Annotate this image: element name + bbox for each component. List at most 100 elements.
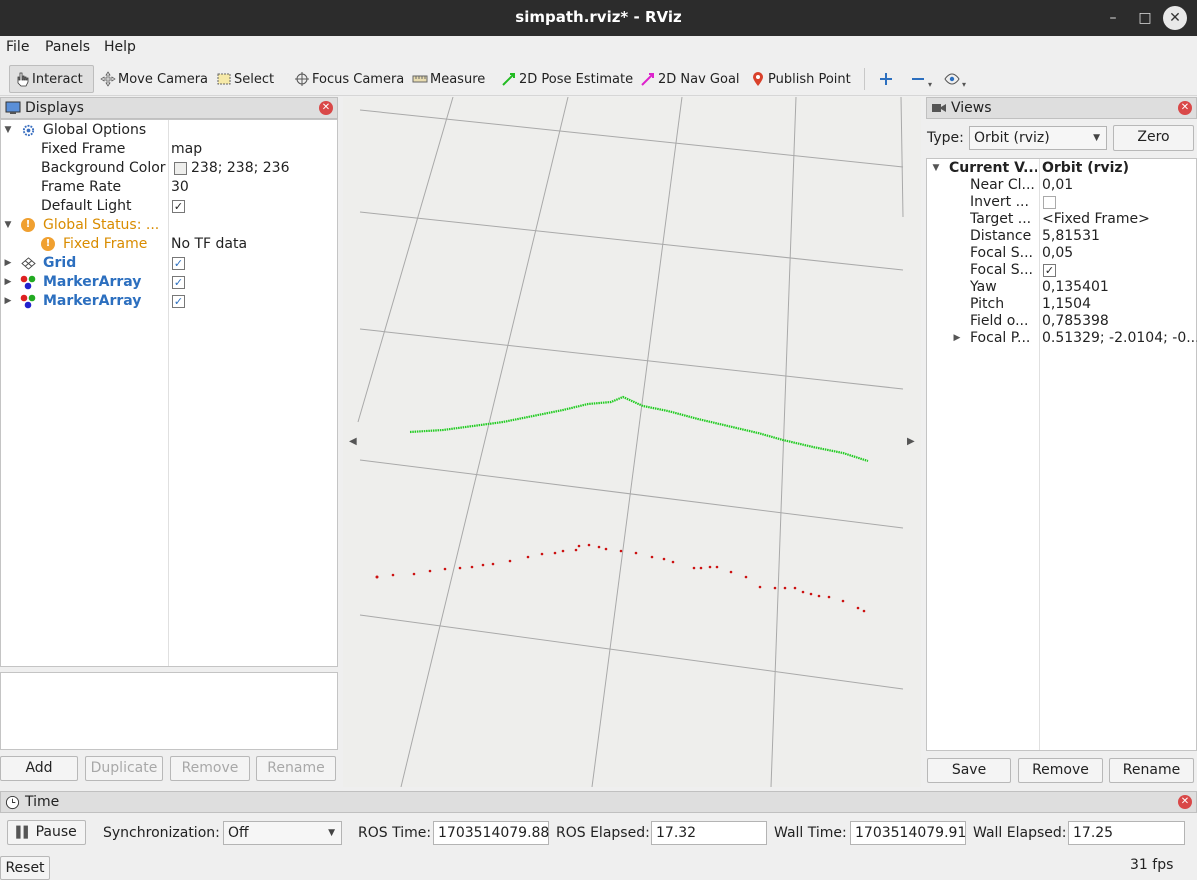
view-row-current[interactable]: ▼ Current V... Orbit (rviz) — [927, 160, 1197, 177]
maximize-button[interactable]: □ — [1133, 6, 1157, 30]
green-arrow-icon — [502, 73, 515, 86]
minimize-button[interactable]: – — [1101, 6, 1125, 30]
view-prop-value[interactable]: 1,1504 — [1042, 296, 1197, 313]
collapse-right-arrow-icon[interactable]: ▶ — [907, 436, 915, 447]
add-display-button[interactable]: Add — [0, 756, 78, 781]
rename-view-button[interactable]: Rename — [1109, 758, 1194, 783]
view-row[interactable]: Target ... <Fixed Frame> — [927, 211, 1197, 228]
marker-array-1-label: MarkerArray — [43, 274, 142, 290]
save-view-button[interactable]: Save — [927, 758, 1011, 783]
menu-help[interactable]: Help — [104, 39, 136, 55]
select-tool[interactable]: Select — [212, 65, 278, 93]
interact-tool[interactable]: Interact — [9, 65, 94, 93]
focus-crosshair-icon — [295, 72, 309, 86]
tree-row-marker-array-1[interactable]: ▶ MarkerArray ✓ — [1, 273, 337, 292]
collapse-arrow-icon[interactable]: ▶ — [3, 292, 13, 311]
duplicate-display-button[interactable]: Duplicate — [85, 756, 163, 781]
view-row[interactable]: Focal S... ✓ — [927, 262, 1197, 279]
ros-elapsed-field[interactable]: 17.32 — [651, 821, 767, 845]
close-window-button[interactable]: ✕ — [1163, 6, 1187, 30]
view-prop-value[interactable]: 0,05 — [1042, 245, 1197, 262]
tree-row-frame-rate[interactable]: Frame Rate 30 — [1, 178, 337, 197]
expand-arrow-icon[interactable]: ▼ — [931, 160, 941, 177]
rename-display-button[interactable]: Rename — [256, 756, 336, 781]
title-bar: simpath.rviz* - RViz – □ ✕ — [0, 0, 1197, 36]
menu-panels[interactable]: Panels — [45, 39, 90, 55]
invert-z-checkbox[interactable] — [1043, 196, 1056, 209]
wall-elapsed-field[interactable]: 17.25 — [1068, 821, 1185, 845]
view-prop-value[interactable]: <Fixed Frame> — [1042, 211, 1197, 228]
close-displays-button[interactable]: ✕ — [319, 101, 333, 115]
view-row[interactable]: Near Cl... 0,01 — [927, 177, 1197, 194]
view-row[interactable]: Invert ... — [927, 194, 1197, 211]
tree-row-global-status[interactable]: ▼ ! Global Status: ... — [1, 216, 337, 235]
view-type-select[interactable]: Orbit (rviz) ▼ — [969, 126, 1107, 150]
synchronization-select[interactable]: Off ▼ — [223, 821, 342, 845]
grid-checkbox[interactable]: ✓ — [172, 257, 185, 270]
view-row[interactable]: ▶ Focal P... 0.51329; -2.0104; -0.... — [927, 330, 1197, 347]
measure-tool[interactable]: Measure — [408, 65, 489, 93]
red-point — [553, 551, 557, 555]
expand-arrow-icon[interactable]: ▼ — [3, 216, 13, 235]
views-header: Views ✕ — [926, 97, 1197, 119]
tree-row-fixed-frame[interactable]: Fixed Frame map — [1, 140, 337, 159]
marker-array-2-checkbox[interactable]: ✓ — [172, 295, 185, 308]
view-prop-value[interactable]: 0,785398 — [1042, 313, 1197, 330]
remove-display-button[interactable]: Remove — [170, 756, 250, 781]
tree-row-marker-array-2[interactable]: ▶ MarkerArray ✓ — [1, 292, 337, 311]
time-header: Time ✕ — [0, 791, 1197, 813]
scene-canvas[interactable]: ◀ ▶ — [343, 96, 921, 788]
remove-view-button[interactable]: Remove — [1018, 758, 1103, 783]
view-row[interactable]: Focal S... 0,05 — [927, 245, 1197, 262]
background-color-value[interactable]: 238; 238; 236 — [191, 159, 290, 178]
toggle-panels-button[interactable]: ▾ — [940, 65, 970, 93]
collapse-left-arrow-icon[interactable]: ◀ — [349, 436, 357, 447]
collapse-arrow-icon[interactable]: ▶ — [3, 254, 13, 273]
time-title: Time — [25, 794, 60, 810]
collapse-arrow-icon[interactable]: ▶ — [3, 273, 13, 292]
tree-row-global-options[interactable]: ▼ Global Options — [1, 121, 337, 140]
collapse-arrow-icon[interactable]: ▶ — [952, 330, 962, 347]
remove-tool-button[interactable]: ▾ — [906, 65, 936, 93]
add-tool-button[interactable] — [874, 65, 900, 93]
menu-file[interactable]: File — [6, 39, 29, 55]
view-row[interactable]: Field o... 0,785398 — [927, 313, 1197, 330]
zero-view-button[interactable]: Zero — [1113, 125, 1194, 151]
pose-estimate-tool[interactable]: 2D Pose Estimate — [497, 65, 637, 93]
frame-rate-value[interactable]: 30 — [171, 178, 189, 197]
focal-shape-checkbox[interactable]: ✓ — [1043, 264, 1056, 277]
view-prop-value[interactable]: 0,01 — [1042, 177, 1197, 194]
focus-camera-label: Focus Camera — [312, 71, 405, 87]
wall-time-field[interactable]: 1703514079.91 — [850, 821, 966, 845]
pause-button[interactable]: ▌▌ Pause — [7, 820, 86, 845]
publish-point-tool[interactable]: Publish Point — [746, 65, 855, 93]
tree-row-status-fixed-frame[interactable]: ! Fixed Frame No TF data — [1, 235, 337, 254]
marker-array-1-checkbox[interactable]: ✓ — [172, 276, 185, 289]
view-row[interactable]: Distance 5,81531 — [927, 228, 1197, 245]
current-view-label: Current V... — [949, 160, 1037, 176]
view-prop-value[interactable]: 0.51329; -2.0104; -0.... — [1042, 330, 1197, 347]
color-swatch[interactable] — [174, 162, 187, 175]
nav-goal-tool[interactable]: 2D Nav Goal — [636, 65, 744, 93]
reset-button[interactable]: Reset — [0, 856, 50, 880]
close-time-button[interactable]: ✕ — [1178, 795, 1192, 809]
tree-row-default-light[interactable]: Default Light ✓ — [1, 197, 337, 216]
render-viewport[interactable]: ◀ ▶ — [343, 96, 921, 788]
view-prop-value[interactable]: 5,81531 — [1042, 228, 1197, 245]
wall-elapsed-label: Wall Elapsed: — [973, 825, 1067, 841]
view-row[interactable]: Yaw 0,135401 — [927, 279, 1197, 296]
tree-row-grid[interactable]: ▶ Grid ✓ — [1, 254, 337, 273]
focus-camera-tool[interactable]: Focus Camera — [290, 65, 408, 93]
view-prop-label: Field o... — [970, 313, 1029, 329]
default-light-checkbox[interactable]: ✓ — [172, 200, 185, 213]
red-point — [587, 543, 591, 547]
ros-time-field[interactable]: 1703514079.88 — [433, 821, 549, 845]
view-prop-value[interactable]: 0,135401 — [1042, 279, 1197, 296]
view-row[interactable]: Pitch 1,1504 — [927, 296, 1197, 313]
fixed-frame-value[interactable]: map — [171, 140, 202, 159]
tree-row-background-color[interactable]: Background Color 238; 238; 236 — [1, 159, 337, 178]
move-camera-tool[interactable]: Move Camera — [96, 65, 212, 93]
expand-arrow-icon[interactable]: ▼ — [3, 121, 13, 140]
fps-counter: 31 fps — [1130, 857, 1174, 873]
close-views-button[interactable]: ✕ — [1178, 101, 1192, 115]
